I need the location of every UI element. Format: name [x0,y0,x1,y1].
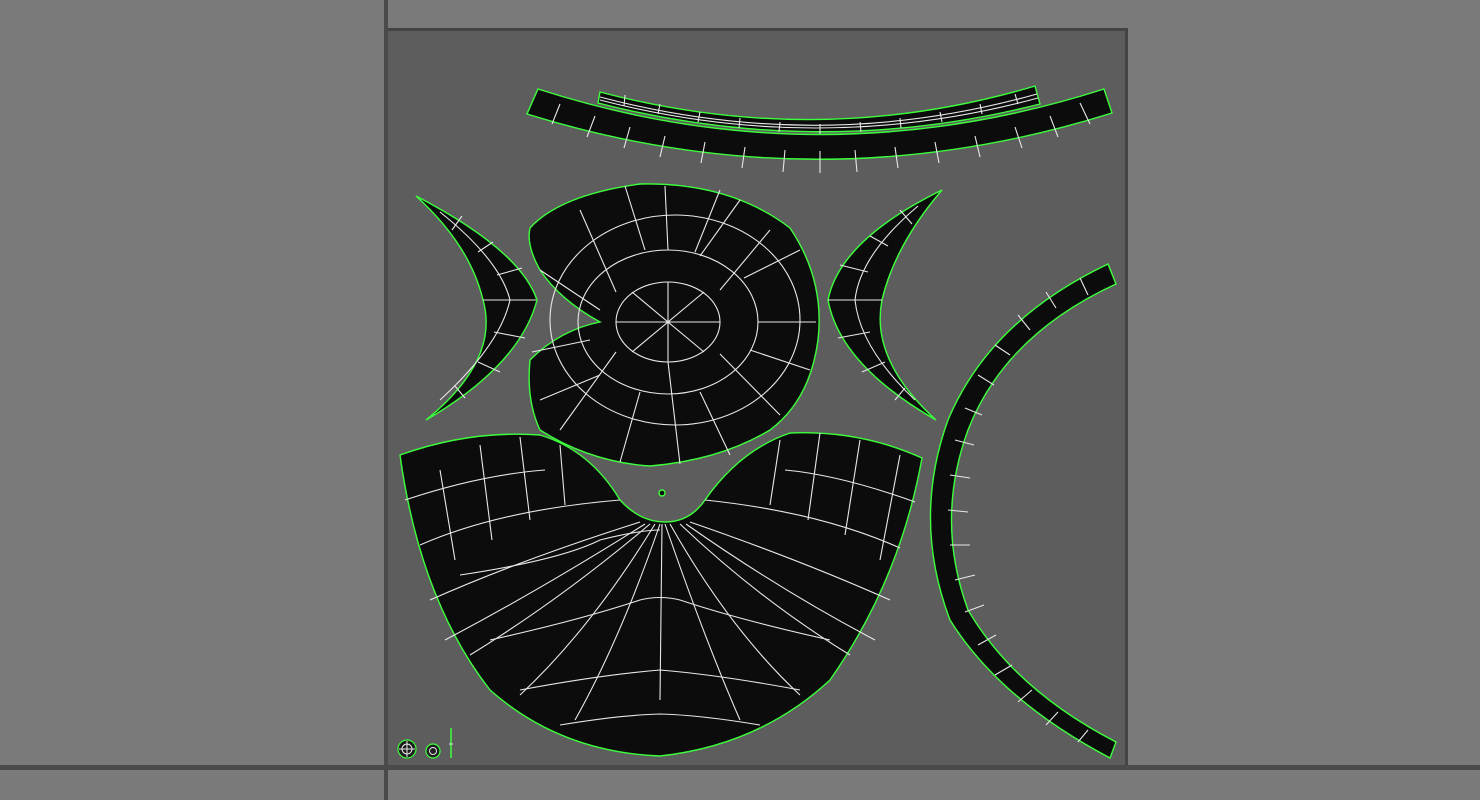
axis-icon[interactable] [448,726,454,760]
uv-shell-right-crescent[interactable] [827,189,943,421]
uv-point [658,489,666,497]
uv-shell-fan[interactable] [399,432,923,757]
manipulator-icon[interactable] [396,738,418,760]
uv-viewport[interactable] [0,0,1480,800]
uv-shell-left-crescent[interactable] [415,195,538,421]
uv-shell-spiral-disc[interactable] [528,183,820,467]
pivot-icon[interactable] [424,742,442,760]
uv-shell-long-arc-strip[interactable] [929,263,1117,759]
manipulator-gizmo[interactable] [396,724,454,760]
